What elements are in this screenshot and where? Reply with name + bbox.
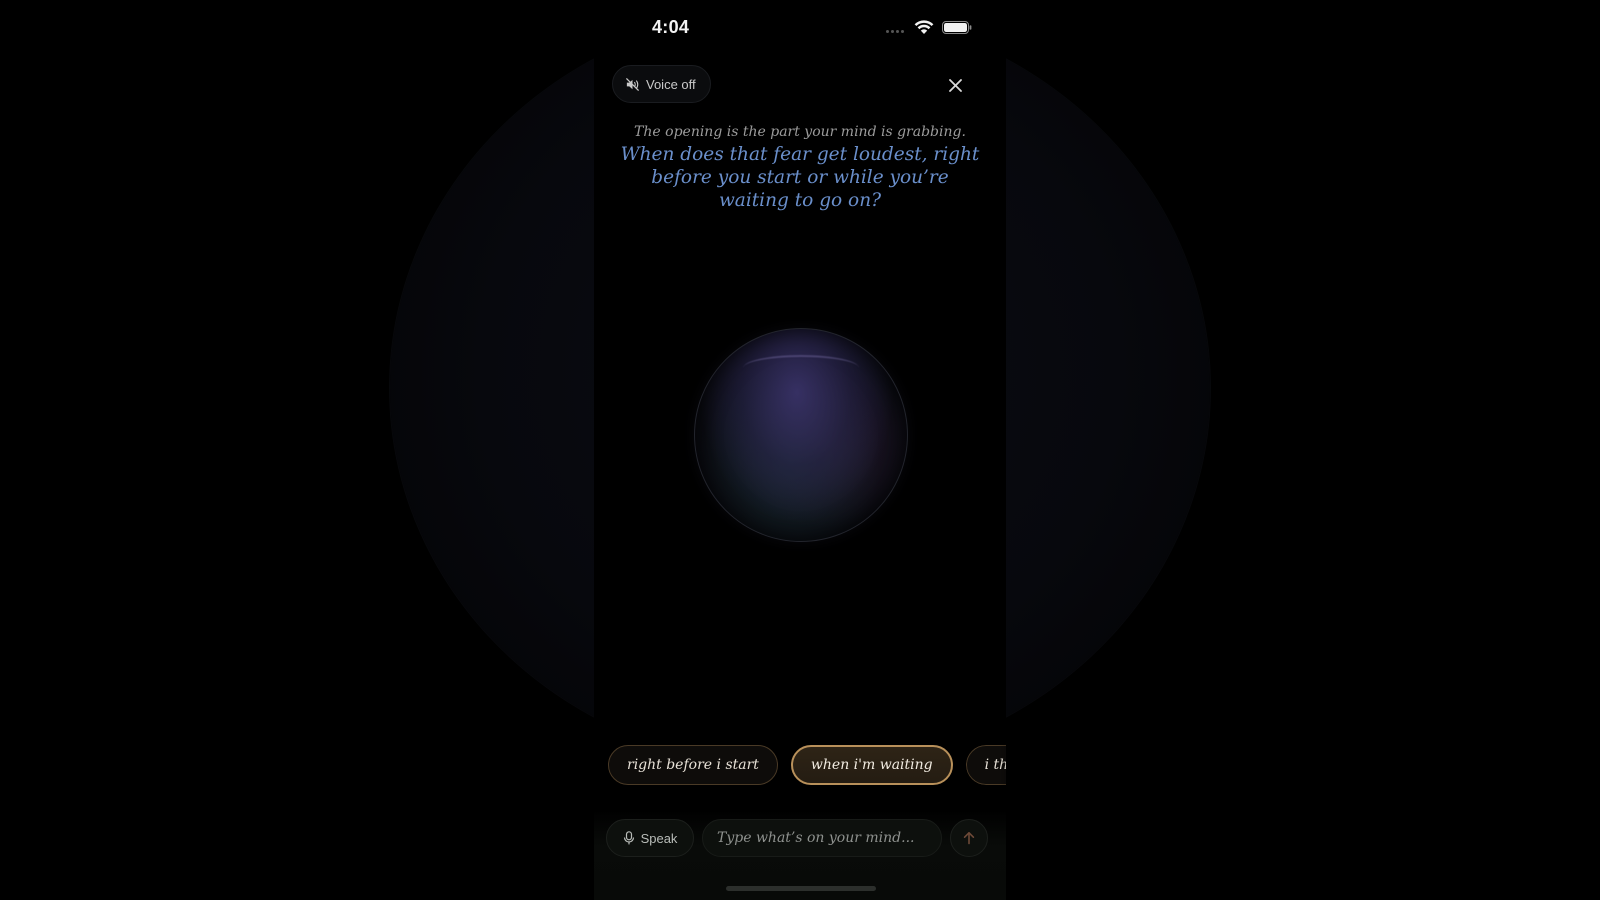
- suggestion-chips: right before i start when i'm waiting i …: [608, 745, 1006, 787]
- composer: Speak: [606, 819, 998, 857]
- status-bar: 4:04: [594, 0, 1006, 56]
- suggestion-chip[interactable]: i think: [965, 745, 1006, 785]
- home-indicator: [726, 886, 876, 891]
- suggestion-chip-selected[interactable]: when i'm waiting: [790, 745, 953, 785]
- voice-toggle-button[interactable]: Voice off: [612, 65, 711, 103]
- arrow-up-icon: [963, 831, 975, 845]
- cellular-icon: [886, 30, 904, 33]
- voice-toggle-label: Voice off: [646, 76, 696, 92]
- prompt-question-text: When does that fear get loudest, right b…: [620, 144, 980, 211]
- speak-label: Speak: [640, 830, 678, 846]
- close-button[interactable]: [944, 74, 966, 96]
- voice-orb: [694, 328, 908, 542]
- speaker-muted-icon: [625, 77, 640, 91]
- suggestion-chip[interactable]: right before i start: [608, 745, 778, 785]
- assistant-prompt: The opening is the part your mind is gra…: [614, 122, 986, 212]
- screen: 4:04 Voice off The opening is the part y…: [0, 0, 1600, 900]
- phone-screen: 4:04 Voice off The opening is the part y…: [594, 0, 1006, 900]
- wifi-icon: [914, 20, 934, 34]
- prompt-intro-text: The opening is the part your mind is gra…: [634, 124, 966, 140]
- microphone-icon: [623, 831, 634, 845]
- send-button[interactable]: [950, 819, 988, 857]
- close-icon: [948, 78, 962, 92]
- status-time: 4:04: [652, 17, 690, 37]
- speak-button[interactable]: Speak: [606, 819, 694, 857]
- battery-icon: [942, 21, 972, 34]
- message-input[interactable]: [702, 819, 942, 857]
- orb-highlight: [743, 355, 859, 381]
